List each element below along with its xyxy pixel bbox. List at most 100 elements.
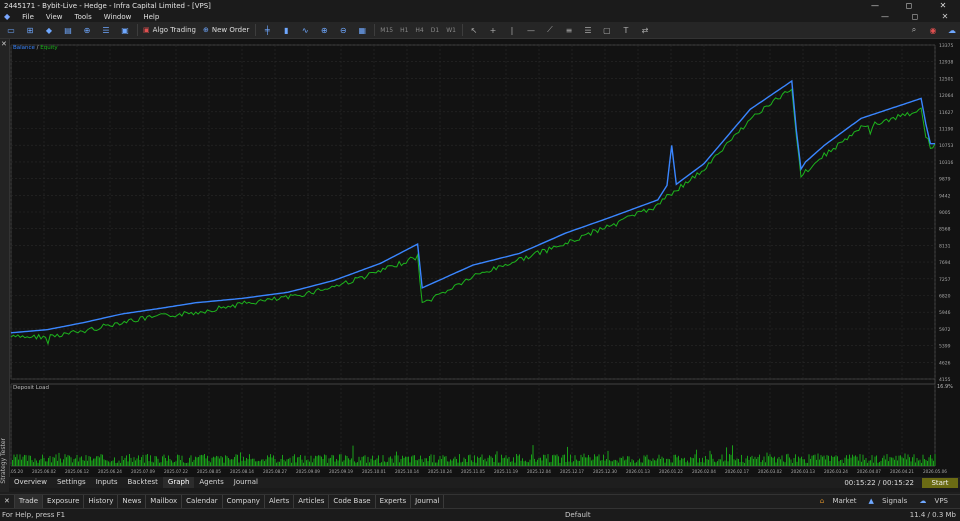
tab-history[interactable]: History — [84, 495, 119, 508]
tab-mailbox[interactable]: Mailbox — [146, 495, 183, 508]
navigator-icon[interactable]: ☰ — [98, 24, 114, 36]
tab-calendar[interactable]: Calendar — [182, 495, 223, 508]
tab-inputs[interactable]: Inputs — [91, 477, 123, 488]
cursor-icon[interactable]: ↖ — [466, 24, 482, 36]
deposit-load-bar — [892, 457, 894, 466]
candlestick-icon[interactable]: ▮ — [278, 24, 294, 36]
trendline-icon[interactable]: ⟋ — [542, 24, 558, 36]
tab-code-base[interactable]: Code Base — [329, 495, 376, 508]
timeframe-m15[interactable]: M15 — [378, 24, 395, 36]
deposit-load-bar — [489, 455, 490, 466]
tab-experts[interactable]: Experts — [376, 495, 412, 508]
vps-link[interactable]: ☁ VPS — [919, 495, 954, 508]
search-icon[interactable]: ⌕ — [906, 24, 922, 36]
deposit-load-bar — [480, 457, 481, 466]
menu-tools[interactable]: Tools — [75, 13, 92, 21]
deposit-load-bar — [640, 462, 642, 466]
timeframe-w1[interactable]: W1 — [444, 24, 458, 36]
deposit-load-bar — [247, 459, 249, 466]
deposit-load-bar — [912, 457, 913, 466]
deposit-load-bar — [513, 457, 514, 466]
tab-alerts[interactable]: Alerts — [265, 495, 295, 508]
text-icon[interactable]: T — [618, 24, 634, 36]
minimize-button[interactable]: — — [858, 1, 892, 10]
timeframe-h1[interactable]: H1 — [398, 24, 410, 36]
deposit-load-bar — [39, 460, 40, 466]
menu-window[interactable]: Window — [104, 13, 132, 21]
deposit-load-bar — [867, 462, 868, 466]
community-icon[interactable]: ☁ — [944, 24, 960, 36]
tab-journal-main[interactable]: Journal — [411, 495, 445, 508]
strategy-tester-icon[interactable]: ▣ — [117, 24, 133, 36]
child-minimize-button[interactable]: — — [870, 12, 900, 21]
deposit-load-bar — [321, 456, 322, 466]
child-close-button[interactable]: ✕ — [930, 12, 960, 21]
restore-button[interactable]: ◻ — [892, 1, 926, 10]
horizontal-line-icon[interactable]: — — [523, 24, 539, 36]
tab-settings[interactable]: Settings — [52, 477, 91, 488]
close-icon[interactable]: ✕ — [1, 40, 7, 48]
algo-trading-button[interactable]: ▣ Algo Trading — [141, 24, 198, 36]
arrows-icon[interactable]: ⇄ — [637, 24, 653, 36]
menu-view[interactable]: View — [46, 13, 63, 21]
vertical-line-icon[interactable]: | — [504, 24, 520, 36]
deposit-load-bar — [336, 459, 337, 466]
tab-backtest[interactable]: Backtest — [122, 477, 162, 488]
deposit-load-bar — [99, 457, 100, 466]
deposit-load-bar — [30, 455, 31, 466]
tab-journal[interactable]: Journal — [229, 477, 263, 488]
market-link[interactable]: ⌂ Market — [820, 495, 863, 508]
channel-icon[interactable]: ≡ — [561, 24, 577, 36]
signals-link[interactable]: ▲ Signals — [869, 495, 914, 508]
tab-exposure[interactable]: Exposure — [43, 495, 85, 508]
deposit-load-bar — [243, 456, 244, 466]
deposit-load-bar — [249, 454, 250, 466]
deposit-load-bar — [180, 460, 181, 466]
tile-windows-icon[interactable]: ▦ — [354, 24, 370, 36]
fibo-icon[interactable]: ☰ — [580, 24, 596, 36]
timeframe-h4[interactable]: H4 — [413, 24, 425, 36]
start-button[interactable]: Start — [922, 477, 958, 488]
menu-file[interactable]: File — [22, 13, 34, 21]
toolbox-close-icon[interactable]: ✕ — [0, 495, 15, 508]
tab-news[interactable]: News — [118, 495, 147, 508]
zoom-out-icon[interactable]: ⊖ — [335, 24, 351, 36]
account-icon[interactable]: ◉ — [925, 24, 941, 36]
bar-chart-icon[interactable]: ╪ — [259, 24, 275, 36]
ide-icon[interactable]: ◆ — [41, 24, 57, 36]
deposit-load-bar — [318, 455, 319, 466]
tab-trade[interactable]: Trade — [14, 495, 44, 508]
deposit-load-bar — [435, 462, 436, 466]
deposit-load-bar — [120, 462, 121, 466]
deposit-load-bar — [291, 462, 292, 466]
deposit-load-bar — [375, 459, 376, 466]
deposit-load-bar — [736, 458, 738, 466]
new-order-button[interactable]: ⊕ New Order — [201, 24, 251, 36]
zoom-in-icon[interactable]: ⊕ — [316, 24, 332, 36]
deposit-load-bar — [151, 461, 153, 466]
child-restore-button[interactable]: ◻ — [900, 12, 930, 21]
shapes-icon[interactable]: ▢ — [599, 24, 615, 36]
y-tick-label: 8131 — [939, 243, 951, 249]
tab-company[interactable]: Company — [223, 495, 265, 508]
tab-graph[interactable]: Graph — [162, 477, 195, 488]
market-watch-icon[interactable]: ▤ — [60, 24, 76, 36]
line-chart-icon[interactable]: ∿ — [297, 24, 313, 36]
new-chart-icon[interactable]: ▭ — [3, 24, 19, 36]
data-window-icon[interactable]: ⊕ — [79, 24, 95, 36]
tab-agents[interactable]: Agents — [194, 477, 228, 488]
deposit-load-bar — [205, 458, 207, 466]
tab-overview[interactable]: Overview — [9, 477, 52, 488]
crosshair-icon[interactable]: + — [485, 24, 501, 36]
menu-help[interactable]: Help — [143, 13, 159, 21]
tab-articles[interactable]: Articles — [294, 495, 330, 508]
y-tick-label: 8568 — [939, 227, 951, 233]
deposit-load-bar — [91, 460, 93, 466]
timeframe-d1[interactable]: D1 — [429, 24, 441, 36]
deposit-load-bar — [475, 462, 477, 466]
deposit-load-bar — [507, 458, 508, 466]
close-window-button[interactable]: ✕ — [926, 1, 960, 10]
profiles-icon[interactable]: ⊞ — [22, 24, 38, 36]
deposit-load-bar — [31, 460, 33, 466]
deposit-load-bar — [213, 456, 214, 466]
